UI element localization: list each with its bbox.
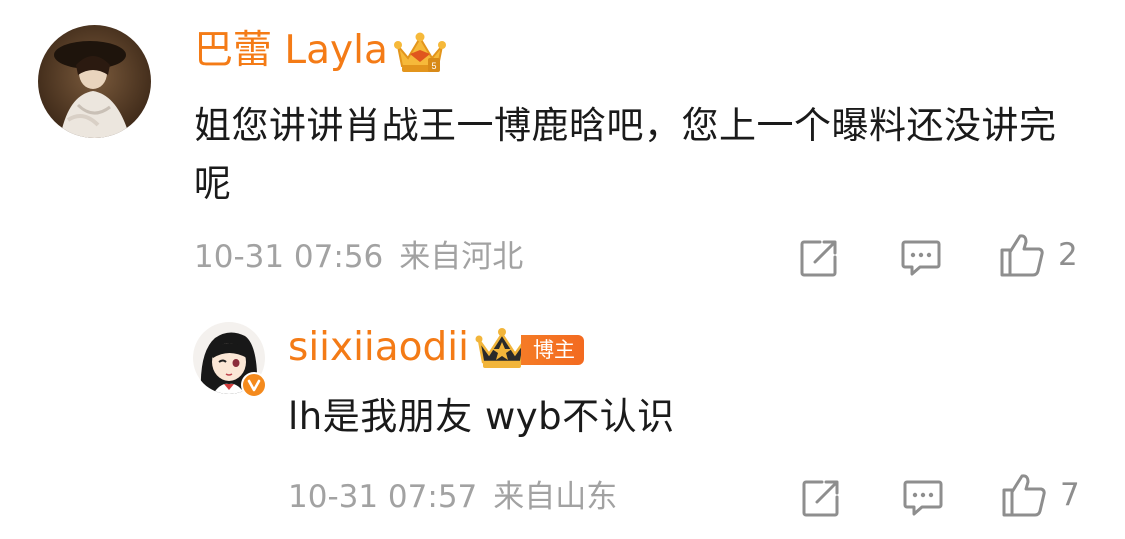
like-button[interactable]: 7 xyxy=(1000,472,1080,518)
like-count: 7 xyxy=(1060,477,1080,513)
comment-icon xyxy=(901,240,941,276)
verified-v-icon xyxy=(241,372,267,398)
like-count: 2 xyxy=(1058,237,1078,273)
timestamp: 10-31 07:57 xyxy=(288,479,478,515)
comment-text: lh是我朋友 wyb不认识 xyxy=(288,395,675,438)
share-icon xyxy=(802,480,839,517)
comment-icon xyxy=(903,480,943,516)
comment-thread: 巴蕾 Layla 5 姐您讲讲肖战王一博鹿晗吧，您上一个曝料还没讲完呢 10-3… xyxy=(0,0,1125,539)
svg-text:5: 5 xyxy=(431,61,436,71)
comment-text: 姐您讲讲肖战王一博鹿晗吧，您上一个曝料还没讲完呢 xyxy=(194,104,1057,205)
username[interactable]: siixiiaodii xyxy=(288,325,469,371)
username[interactable]: 巴蕾 Layla xyxy=(194,28,388,74)
thumbs-up-icon xyxy=(1000,234,1044,277)
blogger-badge: 博主 xyxy=(521,335,584,365)
like-button[interactable]: 2 xyxy=(998,232,1078,278)
timestamp: 10-31 07:56 xyxy=(194,239,384,275)
share-button[interactable] xyxy=(800,477,842,519)
location: 来自山东 xyxy=(493,479,618,515)
thumbs-up-icon xyxy=(1002,474,1046,517)
comment-button[interactable] xyxy=(900,238,942,278)
share-icon xyxy=(800,240,837,277)
location: 来自河北 xyxy=(399,239,524,275)
comment-button[interactable] xyxy=(902,478,944,518)
share-button[interactable] xyxy=(798,237,840,279)
avatar[interactable] xyxy=(38,25,151,138)
comment-meta: 10-31 07:57 来自山东 xyxy=(288,477,617,517)
vip-crown-icon: 5 xyxy=(392,30,448,76)
comment-meta: 10-31 07:56 来自河北 xyxy=(194,237,523,277)
